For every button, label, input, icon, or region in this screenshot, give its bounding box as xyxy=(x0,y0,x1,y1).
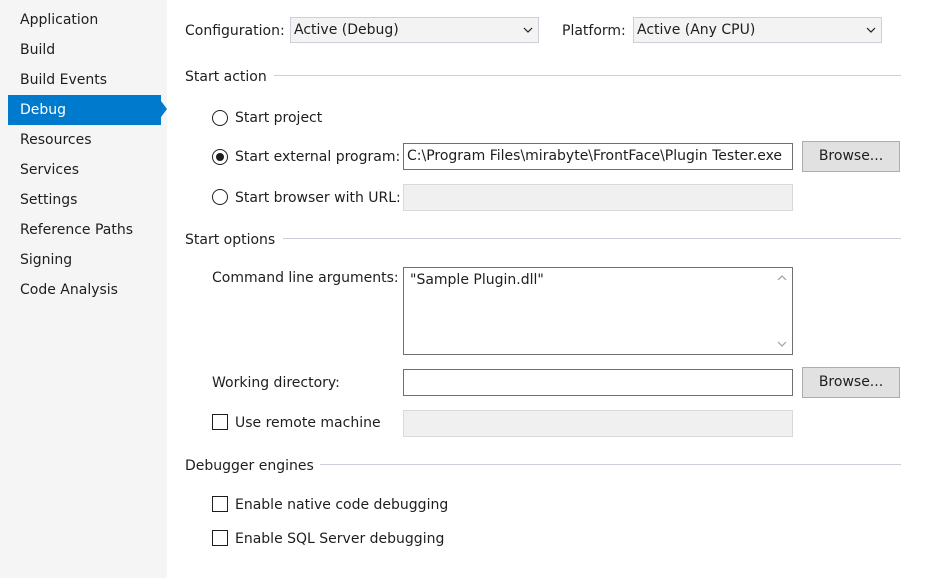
debugger-engines-heading: Debugger engines xyxy=(185,458,314,474)
remote-machine-checkbox[interactable] xyxy=(212,414,228,430)
sidebar-item-code-analysis[interactable]: Code Analysis xyxy=(8,275,161,305)
sidebar-item-debug[interactable]: Debug xyxy=(8,95,161,125)
start-external-label: Start external program: xyxy=(235,149,401,165)
sidebar-item-reference-paths[interactable]: Reference Paths xyxy=(8,215,161,245)
external-program-input[interactable]: C:\Program Files\mirabyte\FrontFace\Plug… xyxy=(403,143,793,170)
platform-select[interactable]: Active (Any CPU) xyxy=(633,17,882,43)
sql-debugging-label: Enable SQL Server debugging xyxy=(235,531,445,547)
sidebar-item-signing[interactable]: Signing xyxy=(8,245,161,275)
start-action-heading: Start action xyxy=(185,69,267,85)
textarea-scrollbar[interactable] xyxy=(772,268,792,354)
browse-working-dir-button[interactable]: Browse... xyxy=(802,367,900,398)
sidebar-item-settings[interactable]: Settings xyxy=(8,185,161,215)
platform-value: Active (Any CPU) xyxy=(637,22,756,38)
sidebar-item-build[interactable]: Build xyxy=(8,35,161,65)
active-item-arrow-icon xyxy=(161,101,167,117)
start-browser-radio[interactable] xyxy=(212,189,228,205)
cmd-args-label: Command line arguments: xyxy=(212,270,399,286)
browser-url-input[interactable] xyxy=(403,184,793,211)
start-project-label: Start project xyxy=(235,110,323,126)
working-dir-label: Working directory: xyxy=(212,375,340,391)
chevron-down-icon xyxy=(523,27,533,33)
cmd-args-value: "Sample Plugin.dll" xyxy=(410,272,544,288)
sidebar-item-build-events[interactable]: Build Events xyxy=(8,65,161,95)
scroll-down-icon[interactable] xyxy=(777,340,787,348)
configuration-value: Active (Debug) xyxy=(294,22,399,38)
radio-selected-dot xyxy=(216,153,224,161)
section-divider xyxy=(274,75,901,76)
start-project-radio[interactable] xyxy=(212,110,228,126)
sidebar: Application Build Build Events Debug Res… xyxy=(0,0,167,578)
configuration-select[interactable]: Active (Debug) xyxy=(290,17,539,43)
remote-machine-input[interactable] xyxy=(403,410,793,437)
configuration-label: Configuration: xyxy=(185,23,285,39)
platform-label: Platform: xyxy=(562,23,626,39)
start-options-heading: Start options xyxy=(185,232,276,248)
start-external-radio[interactable] xyxy=(212,149,228,165)
native-debugging-label: Enable native code debugging xyxy=(235,497,449,513)
sql-debugging-checkbox[interactable] xyxy=(212,530,228,546)
scroll-up-icon[interactable] xyxy=(777,274,787,282)
section-divider xyxy=(283,238,901,239)
cmd-args-textarea[interactable]: "Sample Plugin.dll" xyxy=(403,267,793,355)
remote-machine-label: Use remote machine xyxy=(235,415,381,431)
working-dir-input[interactable] xyxy=(403,369,793,396)
native-debugging-checkbox[interactable] xyxy=(212,496,228,512)
chevron-down-icon xyxy=(866,27,876,33)
section-divider xyxy=(320,464,901,465)
sidebar-item-application[interactable]: Application xyxy=(8,5,161,35)
sidebar-item-resources[interactable]: Resources xyxy=(8,125,161,155)
browse-external-button[interactable]: Browse... xyxy=(802,141,900,172)
start-browser-label: Start browser with URL: xyxy=(235,190,401,206)
sidebar-item-services[interactable]: Services xyxy=(8,155,161,185)
